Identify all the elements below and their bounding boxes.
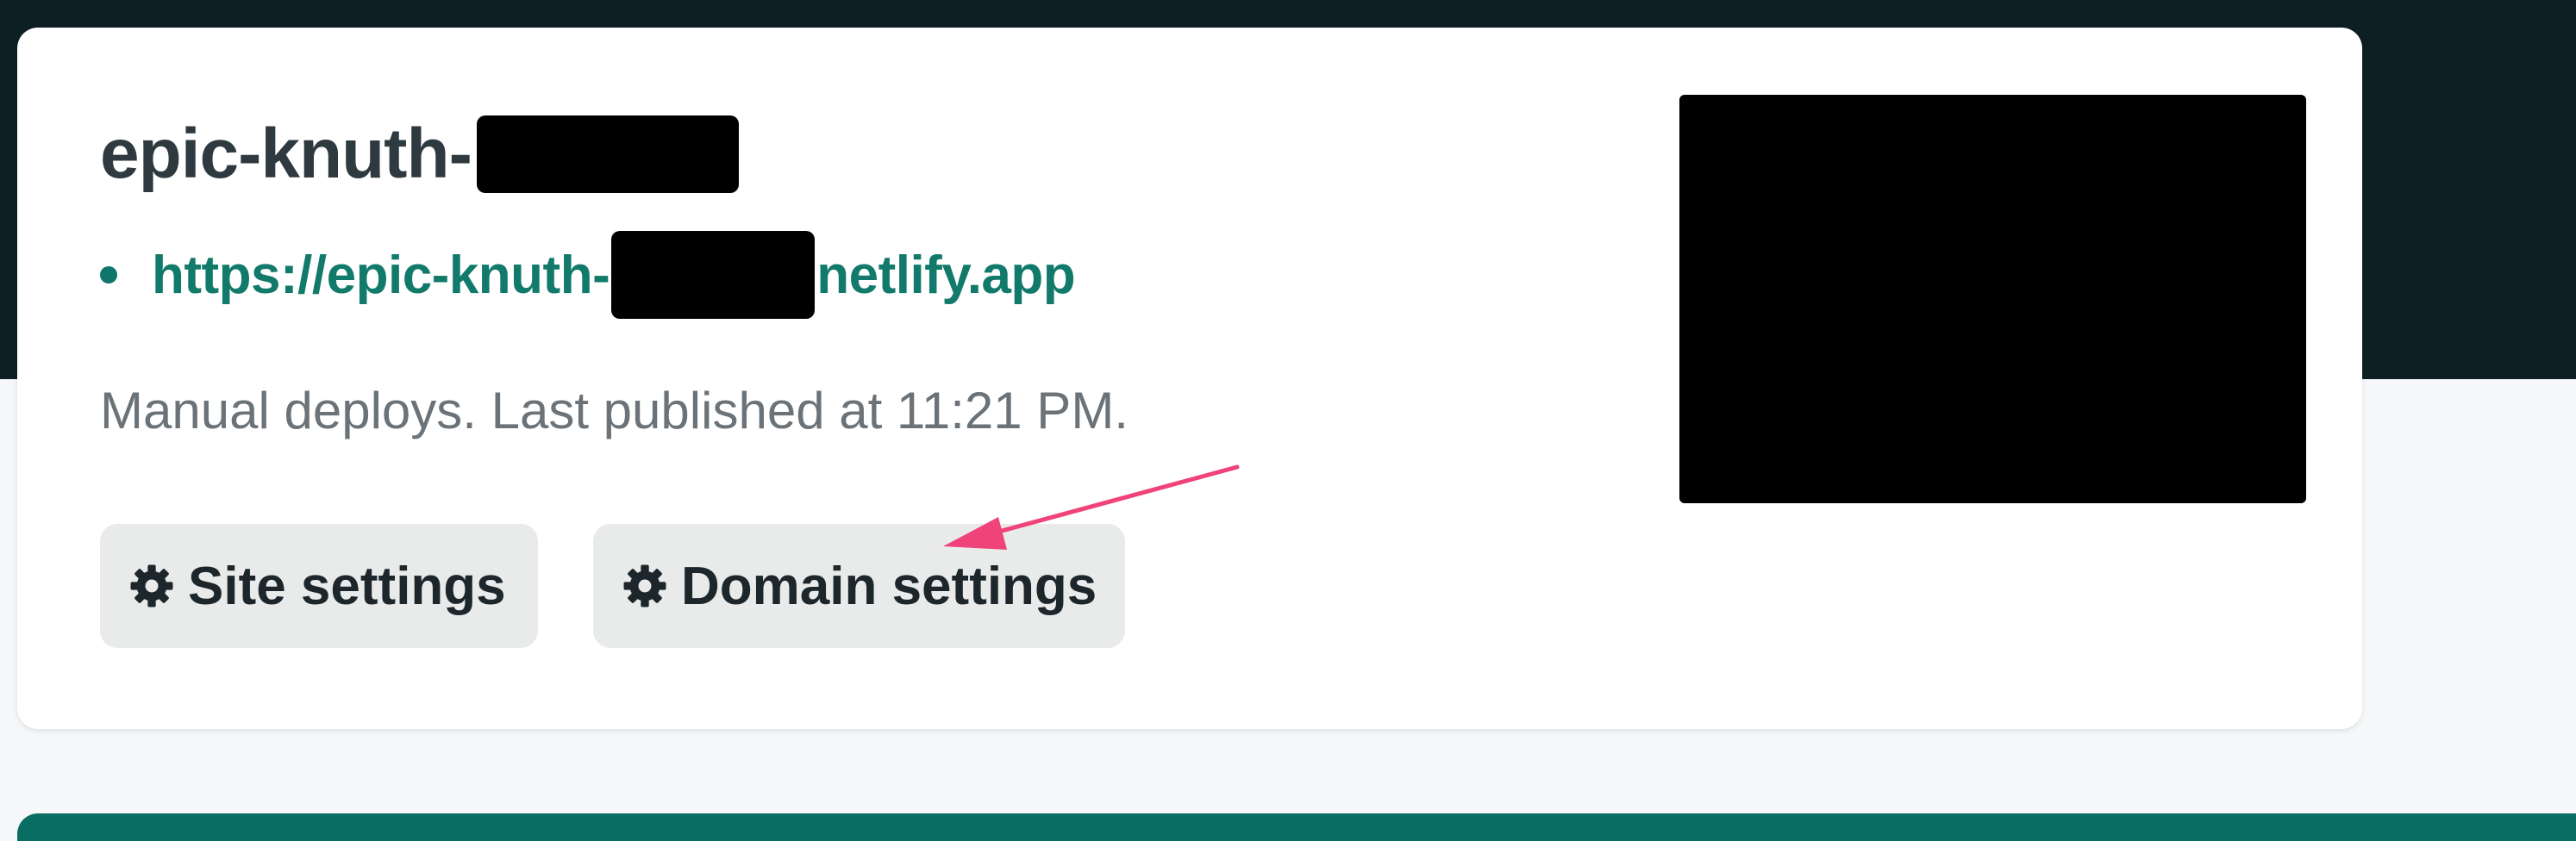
site-overview-card: epic-knuth- https://epic-knuth- netlify.… — [17, 28, 2362, 729]
redacted-block — [611, 231, 816, 319]
bullet-icon — [100, 266, 117, 283]
arrow-icon — [943, 464, 1240, 550]
site-title-text: epic-knuth- — [100, 115, 472, 193]
domain-settings-label: Domain settings — [681, 556, 1097, 616]
site-url-prefix: https://epic-knuth- — [152, 245, 610, 305]
site-url-suffix: netlify.app — [816, 245, 1076, 305]
gear-icon — [621, 562, 669, 610]
site-title: epic-knuth- — [100, 114, 739, 195]
site-settings-button[interactable]: Site settings — [100, 524, 538, 648]
site-settings-label: Site settings — [188, 556, 506, 616]
site-preview-thumbnail[interactable] — [1679, 95, 2306, 503]
redacted-block — [476, 115, 739, 193]
deploy-status: Manual deploys. Last published at 11:21 … — [100, 382, 1129, 439]
site-url-link[interactable]: https://epic-knuth- netlify.app — [152, 231, 1076, 319]
next-section-band — [17, 813, 2576, 841]
site-url-row: https://epic-knuth- netlify.app — [100, 231, 1076, 319]
gear-icon — [128, 562, 176, 610]
